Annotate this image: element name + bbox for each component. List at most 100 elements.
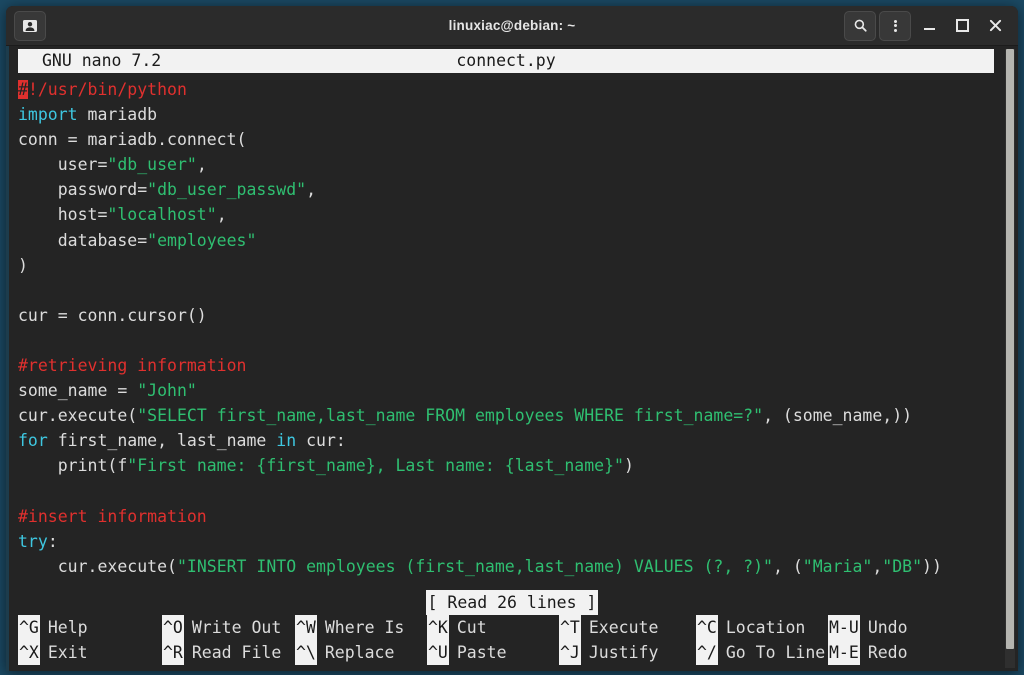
shortcut-key: ^X (18, 640, 40, 665)
shortcut-key: M-E (828, 640, 860, 665)
code-token: #insert information (18, 506, 207, 526)
code-token: database= (18, 230, 148, 250)
code-token: , (872, 556, 883, 576)
shortcut-row-2: ^X Exit ^R Read File ^\ Replace ^U Paste ^J Justi… (18, 640, 1018, 665)
code-token: "SELECT first_name,last_name FROM employ… (137, 406, 764, 426)
code-line: database="employees" (18, 228, 1018, 253)
shortcut-key: ^\ (295, 640, 317, 665)
shortcut-key: ^R (162, 640, 184, 665)
code-line: #insert information (18, 504, 1018, 529)
window-titlebar: linuxiac@debian: ~ (6, 6, 1018, 46)
code-token: : (47, 531, 58, 551)
code-token: )) (922, 556, 942, 576)
shortcut-item[interactable]: ^X Exit (18, 640, 88, 665)
shortcut-item[interactable]: ^\ Replace (295, 640, 394, 665)
code-line: import mariadb (18, 102, 1018, 127)
code-token: "localhost" (107, 205, 217, 225)
shortcut-item[interactable]: ^K Cut (427, 615, 487, 640)
shortcut-label: Execute (588, 618, 659, 637)
code-token: !/usr/bin/python (27, 80, 187, 99)
titlebar-right-group (844, 10, 1010, 41)
shortcut-key: ^K (427, 615, 449, 640)
code-token: mariadb (77, 105, 158, 125)
code-token: , ( (772, 556, 803, 576)
code-token: "First name: {first_name}, Last name: {l… (127, 456, 624, 476)
terminal-icon[interactable] (14, 10, 46, 41)
code-token: ) (18, 255, 28, 275)
shortcut-label: Where Is (324, 618, 405, 637)
terminal-scrollbar-thumb[interactable] (1006, 49, 1014, 650)
shortcut-label: Replace (324, 643, 395, 662)
code-line: user="db_user", (18, 152, 1018, 177)
minimize-icon[interactable] (914, 12, 944, 40)
code-line: password="db_user_passwd", (18, 177, 1018, 202)
shortcut-key: ^W (295, 615, 317, 640)
shortcut-label: Cut (456, 618, 487, 637)
code-line: cur = conn.cursor() (18, 303, 1018, 328)
code-line: cur.execute("SELECT first_name,last_name… (18, 403, 1018, 428)
shortcut-item[interactable]: ^C Location (696, 615, 805, 640)
shortcut-item[interactable]: ^/ Go To Line (696, 640, 825, 665)
shortcut-key: ^/ (696, 640, 718, 665)
shortcut-label: Read File (191, 643, 282, 662)
code-token: , (196, 155, 207, 175)
code-token: host= (18, 205, 108, 225)
search-icon[interactable] (844, 10, 876, 41)
shortcut-key: ^O (162, 615, 184, 640)
shortcut-item[interactable]: ^T Execute (559, 615, 658, 640)
code-line: #retrieving information (18, 353, 1018, 378)
nano-shortcut-bar: ^G Help ^O Write Out ^W Where Is ^K Cut ^T Execut… (6, 615, 1018, 671)
status-message: [ Read 26 lines ] (425, 590, 599, 615)
terminal-window: linuxiac@debian: ~ GNU nano 7.2 connect.… (6, 6, 1018, 671)
code-token: , (some_name,)) (763, 406, 913, 426)
shortcut-label: Help (47, 618, 88, 637)
code-token: user= (18, 155, 108, 175)
shortcut-row-1: ^G Help ^O Write Out ^W Where Is ^K Cut ^T Execut… (18, 615, 1018, 640)
shortcut-item[interactable]: M-U Undo (828, 615, 908, 640)
terminal-scrollbar[interactable] (1005, 49, 1015, 668)
terminal-content[interactable]: GNU nano 7.2 connect.py #!/usr/bin/pytho… (6, 46, 1018, 671)
shortcut-key: ^G (18, 615, 40, 640)
code-line: host="localhost", (18, 202, 1018, 227)
maximize-icon[interactable] (947, 12, 977, 40)
code-token: #retrieving information (18, 356, 247, 376)
code-line: some_name = "John" (18, 378, 1018, 403)
nano-filename-label: connect.py (456, 51, 556, 70)
kebab-menu-icon[interactable] (879, 10, 911, 41)
code-token: try (18, 531, 48, 551)
code-token: , (216, 205, 227, 225)
code-line: conn = mariadb.connect( (18, 127, 1018, 152)
code-token: "John" (137, 381, 197, 401)
shortcut-key: M-U (828, 615, 860, 640)
shortcut-key: ^T (559, 615, 581, 640)
code-token: cur.execute( (18, 556, 177, 576)
code-token: "db_user" (107, 155, 197, 175)
shortcut-item[interactable]: ^W Where Is (295, 615, 404, 640)
code-line: try: (18, 529, 1018, 554)
code-line: ) (18, 253, 1018, 278)
code-token: cur = conn.cursor() (18, 305, 207, 325)
shortcut-key: ^C (696, 615, 718, 640)
code-token: "Maria" (802, 556, 873, 576)
titlebar-left-group (14, 10, 46, 41)
code-line: cur.execute("INSERT INTO employees (firs… (18, 554, 1018, 579)
shortcut-item[interactable]: M-E Redo (828, 640, 908, 665)
close-icon[interactable] (980, 12, 1010, 40)
shortcut-item[interactable]: ^G Help (18, 615, 88, 640)
code-token: , (306, 180, 317, 200)
nano-text-buffer[interactable]: #!/usr/bin/python import mariadb conn = ma… (6, 73, 1018, 590)
shortcut-item[interactable]: ^O Write Out (162, 615, 281, 640)
code-token: "DB" (882, 556, 923, 576)
shortcut-item[interactable]: ^R Read File (162, 640, 281, 665)
code-token: # (18, 80, 28, 99)
shortcut-item[interactable]: ^U Paste (427, 640, 507, 665)
code-line: for first_name, last_name in cur: (18, 428, 1018, 453)
code-token: some_name = (18, 381, 138, 401)
shortcut-label: Exit (47, 643, 88, 662)
shortcut-item[interactable]: ^J Justify (559, 640, 658, 665)
shortcut-label: Go To Line (725, 643, 826, 662)
nano-status-row: [ Read 26 lines ] (6, 590, 1018, 615)
